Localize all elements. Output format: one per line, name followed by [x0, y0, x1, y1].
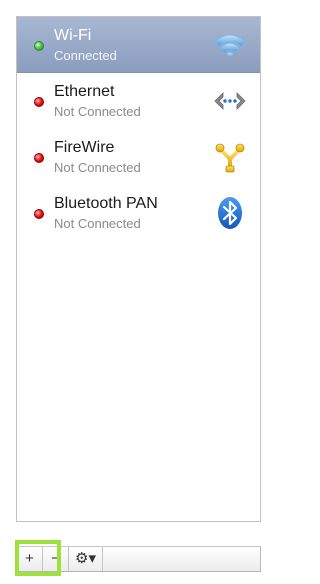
firewire-icon: [212, 139, 248, 175]
service-status: Not Connected: [54, 104, 141, 119]
service-row-ethernet[interactable]: Ethernet Not Connected: [17, 73, 260, 129]
bluetooth-icon: [212, 195, 248, 231]
gear-icon[interactable]: ⚙▾: [69, 547, 103, 571]
status-not-connected-icon: [34, 97, 44, 107]
ethernet-icon: [212, 83, 248, 119]
status-not-connected-icon: [34, 153, 44, 163]
service-row-firewire[interactable]: FireWire Not Connected: [17, 129, 260, 185]
service-status: Not Connected: [54, 216, 141, 231]
service-status: Connected: [54, 48, 117, 63]
service-name: Wi-Fi: [54, 27, 92, 44]
status-connected-icon: [34, 41, 44, 51]
remove-service-button[interactable]: −: [43, 547, 69, 571]
service-name: Ethernet: [54, 83, 115, 100]
service-name: FireWire: [54, 139, 115, 156]
service-name: Bluetooth PAN: [54, 195, 158, 212]
network-services-list: Wi-Fi Connected Ethernet Not Connected F…: [16, 16, 261, 522]
service-row-bluetooth-pan[interactable]: Bluetooth PAN Not Connected: [17, 185, 260, 241]
service-row-wifi[interactable]: Wi-Fi Connected: [17, 17, 260, 73]
add-service-button[interactable]: +: [17, 547, 43, 571]
status-not-connected-icon: [34, 209, 44, 219]
service-status: Not Connected: [54, 160, 141, 175]
wifi-icon: [212, 27, 248, 63]
service-toolbar: + − ⚙▾: [16, 546, 261, 572]
